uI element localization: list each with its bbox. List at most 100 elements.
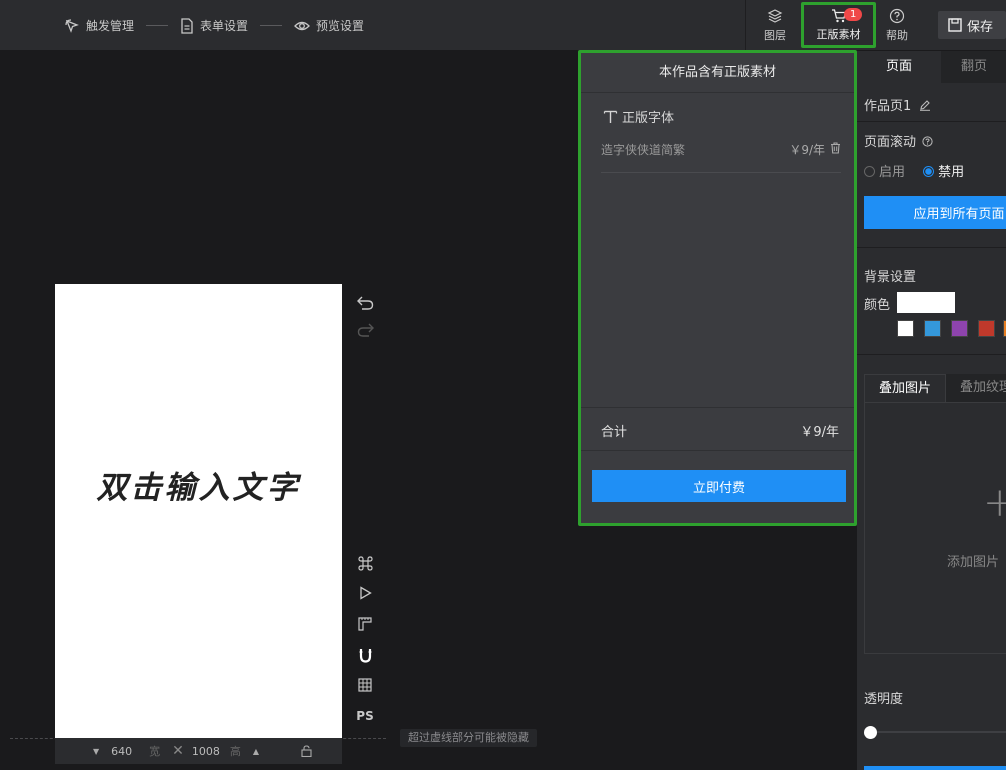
page-name-row: 作品页1	[864, 95, 931, 114]
licensed-assets-popover: 本作品含有正版素材 正版字体 造字侠侠道简繁 ￥9/年 合计 ￥9/年 立即付费	[578, 50, 857, 526]
font-type-icon	[603, 110, 618, 123]
lock-icon[interactable]	[301, 745, 312, 757]
radio-enable-label: 启用	[879, 165, 906, 180]
height-increment-icon[interactable]: ▲	[253, 747, 259, 756]
color-label: 颜色	[864, 298, 891, 313]
divider	[857, 354, 1006, 355]
help-icon[interactable]	[922, 136, 933, 147]
height-label: 高	[229, 745, 241, 758]
add-image-dropzone[interactable]: + 添加图片	[864, 402, 1006, 654]
radio-enable[interactable]: 启用	[864, 165, 905, 180]
divider	[581, 407, 854, 408]
help-icon	[889, 8, 905, 24]
licensed-assets-button[interactable]: 正版素材 1	[801, 2, 876, 48]
divider	[857, 247, 1006, 248]
save-button[interactable]: 保存	[938, 11, 1006, 39]
font-name: 造字侠侠道简繁	[601, 143, 686, 157]
page-scroll-label: 页面滚动	[864, 135, 917, 150]
width-label: 宽	[149, 745, 161, 758]
help-button[interactable]: 帮助	[883, 0, 911, 51]
font-price: ￥9/年	[789, 143, 825, 157]
plus-icon: +	[983, 480, 1006, 526]
bottom-action-button[interactable]	[864, 766, 1006, 770]
undo-button[interactable]	[356, 294, 374, 312]
ruler-button[interactable]	[356, 615, 374, 633]
shortcut-button[interactable]	[356, 554, 374, 572]
help-label: 帮助	[886, 29, 908, 42]
opacity-slider-track[interactable]	[870, 731, 1006, 733]
toolbar-divider	[745, 0, 746, 51]
divider	[581, 450, 854, 451]
opacity-slider-handle[interactable]	[864, 726, 877, 739]
tab-page-flip[interactable]: 翻页	[941, 51, 1006, 83]
background-settings-label: 背景设置	[864, 270, 917, 285]
hidden-area-hint: 超过虚线部分可能被隐藏	[400, 729, 537, 747]
font-price-group: ￥9/年	[789, 141, 841, 172]
step-label: 触发管理	[86, 19, 135, 33]
workflow-steps: 触发管理 表单设置 预览设置	[64, 0, 364, 51]
tab-overlay-texture[interactable]: 叠加纹理	[946, 374, 1006, 402]
properties-panel: 页面 翻页 作品页1 页面滚动 启用 禁用 应用到所有页面 背景设置 颜色 叠加…	[857, 51, 1006, 770]
redo-button[interactable]	[356, 321, 374, 339]
layers-icon	[767, 9, 783, 23]
overlay-tabs: 叠加图片 叠加纹理	[864, 374, 1006, 402]
color-swatch-red[interactable]	[978, 320, 995, 337]
step-separator	[146, 25, 169, 26]
width-decrement-icon[interactable]: ▼	[93, 747, 99, 756]
font-item-row: 造字侠侠道简繁 ￥9/年	[601, 141, 841, 173]
page-name: 作品页1	[864, 99, 912, 114]
radio-circle	[864, 166, 875, 177]
cart-count-badge: 1	[844, 8, 863, 21]
eye-icon	[294, 21, 310, 30]
page-scroll-row: 页面滚动	[864, 131, 933, 150]
color-swatch-white[interactable]	[897, 320, 914, 337]
close-icon: ✕	[172, 743, 184, 759]
ruler-icon	[358, 617, 372, 631]
undo-icon	[356, 296, 373, 310]
canvas-page[interactable]: 双击输入文字	[55, 284, 342, 738]
pencil-icon[interactable]	[919, 99, 931, 111]
layers-label: 图层	[764, 29, 786, 42]
section-title-label: 正版字体	[622, 111, 675, 126]
step-preview-settings[interactable]: 预览设置	[294, 17, 364, 34]
height-value[interactable]: 1008	[192, 745, 230, 758]
step-label: 表单设置	[200, 19, 249, 33]
background-color-picker[interactable]	[897, 292, 955, 313]
grid-button[interactable]	[356, 676, 374, 694]
apply-to-all-button[interactable]: 应用到所有页面	[864, 196, 1006, 229]
step-form-settings[interactable]: 表单设置	[180, 17, 248, 34]
total-label: 合计	[601, 425, 628, 440]
preview-play-button[interactable]	[356, 584, 374, 602]
add-image-label: 添加图片	[947, 555, 1000, 570]
step-separator	[260, 25, 283, 26]
snap-magnet-button[interactable]	[356, 646, 374, 664]
opacity-label: 透明度	[864, 692, 904, 707]
step-label: 预览设置	[316, 19, 365, 33]
layers-button[interactable]: 图层	[757, 0, 793, 51]
cursor-click-icon	[65, 18, 79, 33]
magnet-icon	[359, 648, 371, 663]
canvas-text-element[interactable]: 双击输入文字	[55, 462, 342, 507]
grid-icon	[358, 678, 372, 692]
pay-now-button[interactable]: 立即付费	[592, 470, 846, 502]
tab-page[interactable]: 页面	[857, 51, 941, 83]
total-value: ￥9/年	[800, 425, 839, 440]
scroll-options: 启用 禁用	[864, 161, 964, 180]
tab-overlay-image[interactable]: 叠加图片	[864, 374, 947, 402]
cart-label: 正版素材	[816, 28, 861, 41]
width-value[interactable]: 640	[111, 745, 149, 758]
floppy-disk-icon	[948, 18, 962, 32]
color-swatch-purple[interactable]	[951, 320, 968, 337]
save-label: 保存	[967, 19, 994, 35]
total-row: 合计 ￥9/年	[601, 421, 839, 440]
step-trigger-management[interactable]: 触发管理	[64, 17, 134, 34]
document-icon	[181, 17, 193, 34]
radio-disable[interactable]: 禁用	[923, 165, 964, 180]
color-swatch-blue[interactable]	[924, 320, 941, 337]
ps-import-button[interactable]: PS	[356, 707, 374, 725]
trash-icon[interactable]	[830, 142, 841, 154]
command-key-icon	[357, 555, 373, 571]
divider	[857, 121, 1006, 122]
radio-disable-label: 禁用	[938, 165, 965, 180]
redo-icon	[357, 323, 374, 337]
